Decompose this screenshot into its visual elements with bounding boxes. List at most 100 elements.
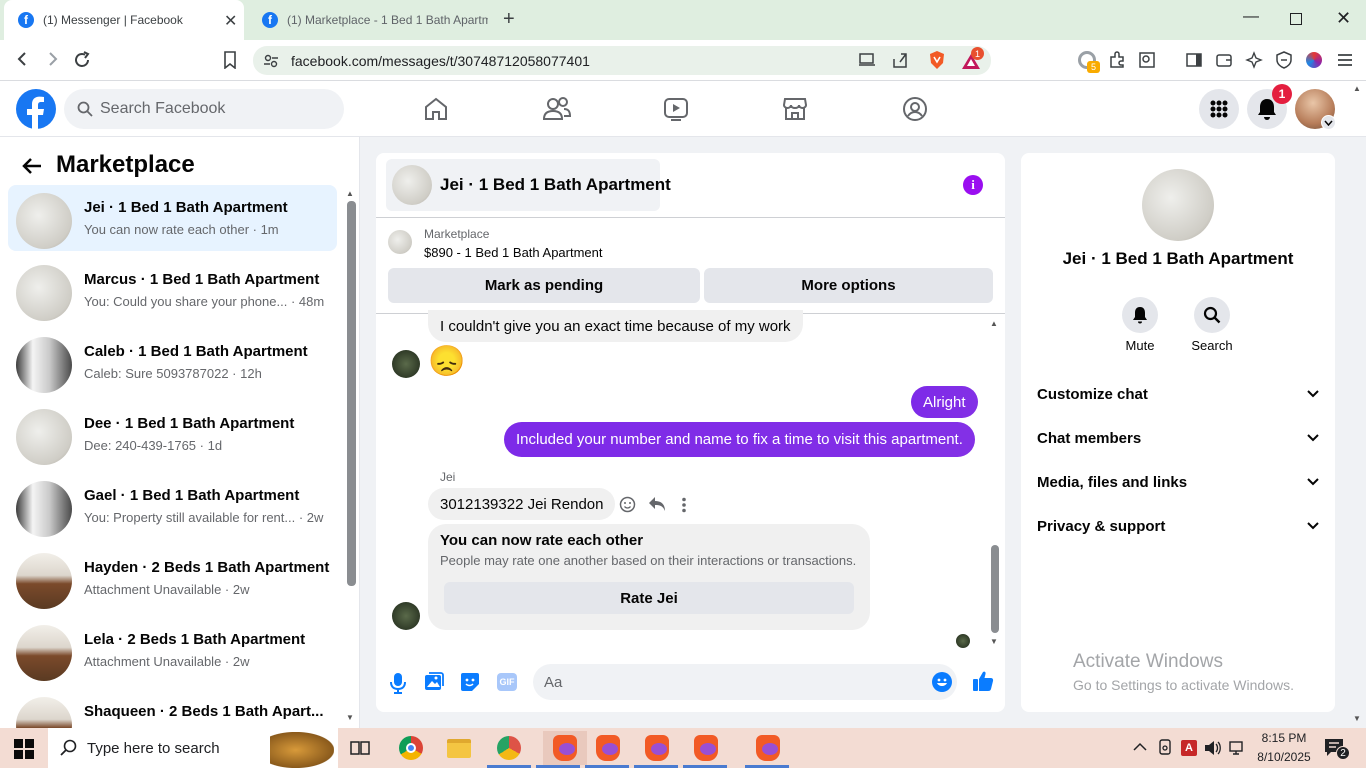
maximize-icon[interactable] bbox=[1290, 13, 1302, 25]
chat-header-title-button[interactable]: Jei · 1 Bed 1 Bath Apartment bbox=[386, 159, 671, 211]
contact-avatar[interactable] bbox=[1142, 169, 1214, 241]
sidebar-scrollbar[interactable] bbox=[347, 201, 356, 586]
scroll-down-icon[interactable]: ▼ bbox=[346, 713, 354, 722]
photo-icon[interactable] bbox=[424, 672, 444, 692]
search-in-conversation-button[interactable] bbox=[1194, 297, 1230, 333]
gaming-icon[interactable] bbox=[902, 96, 928, 122]
conversation-item[interactable]: Marcus · 1 Bed 1 Bath Apartment You: Coul… bbox=[8, 257, 337, 323]
info-section-row[interactable]: Media, files and links bbox=[1037, 470, 1319, 494]
brave-taskbar-icon[interactable] bbox=[691, 733, 721, 763]
rate-jei-button[interactable]: Rate Jei bbox=[444, 582, 854, 614]
tab-messenger[interactable]: f (1) Messenger | Facebook ✕ bbox=[4, 0, 244, 40]
site-info-icon[interactable] bbox=[263, 53, 279, 69]
video-icon[interactable] bbox=[663, 96, 689, 122]
gif-icon[interactable]: GIF bbox=[497, 673, 517, 691]
home-icon[interactable] bbox=[423, 96, 449, 122]
leo-ai-icon[interactable] bbox=[1245, 51, 1263, 69]
network-icon[interactable] bbox=[1229, 740, 1247, 756]
reload-icon[interactable] bbox=[72, 50, 92, 70]
sender-avatar[interactable] bbox=[392, 350, 420, 378]
close-window-icon[interactable]: ✕ bbox=[1336, 8, 1351, 29]
like-thumb-icon[interactable] bbox=[972, 670, 994, 692]
show-hidden-icons-chevron-icon[interactable] bbox=[1133, 742, 1147, 752]
facebook-logo-icon[interactable] bbox=[16, 89, 56, 129]
conversation-item[interactable]: Dee · 1 Bed 1 Bath Apartment Dee: 240-439… bbox=[8, 401, 337, 467]
device-icon[interactable] bbox=[1157, 739, 1173, 755]
emoji-message[interactable]: 😞 bbox=[428, 345, 465, 379]
scroll-up-icon[interactable]: ▲ bbox=[346, 189, 354, 198]
sidebar-toggle-icon[interactable] bbox=[1185, 51, 1203, 69]
wallet-icon[interactable] bbox=[1215, 51, 1233, 69]
conversation-item[interactable]: Caleb · 1 Bed 1 Bath Apartment Caleb: Sur… bbox=[8, 329, 337, 395]
clock-date[interactable]: 8/10/2025 bbox=[1254, 750, 1314, 764]
outgoing-message[interactable]: Alright bbox=[911, 386, 978, 418]
mute-label: Mute bbox=[1125, 338, 1155, 353]
react-emoji-icon[interactable] bbox=[619, 496, 636, 513]
tab-marketplace[interactable]: f (1) Marketplace - 1 Bed 1 Bath Apartm bbox=[248, 0, 488, 40]
page-scroll-up-icon[interactable]: ▲ bbox=[1353, 84, 1361, 93]
scroll-down-icon[interactable]: ▼ bbox=[990, 637, 998, 646]
install-app-icon[interactable] bbox=[858, 52, 876, 68]
chat-scrollbar[interactable] bbox=[991, 545, 999, 633]
extensions-puzzle-icon[interactable] bbox=[1108, 51, 1126, 69]
forward-icon[interactable] bbox=[43, 50, 61, 68]
menu-icon[interactable] bbox=[1336, 52, 1354, 68]
info-section-row[interactable]: Chat members bbox=[1037, 426, 1319, 450]
emoji-picker-icon[interactable] bbox=[932, 672, 952, 692]
sender-avatar[interactable] bbox=[392, 602, 420, 630]
incoming-message[interactable]: 3012139322 Jei Rendon bbox=[428, 488, 616, 520]
bookmark-icon[interactable] bbox=[222, 51, 238, 69]
sticker-icon[interactable] bbox=[460, 672, 480, 692]
brave-taskbar-icon[interactable] bbox=[593, 733, 623, 763]
menu-grid-button[interactable] bbox=[1199, 89, 1239, 129]
reply-icon[interactable] bbox=[648, 496, 666, 512]
message-input[interactable]: Aa bbox=[533, 664, 957, 700]
microphone-icon[interactable] bbox=[390, 672, 406, 694]
more-options-button[interactable]: More options bbox=[704, 268, 993, 303]
brave-shields-icon[interactable] bbox=[928, 50, 946, 70]
account-menu-chevron-icon[interactable] bbox=[1321, 115, 1336, 130]
marketplace-icon[interactable] bbox=[782, 96, 808, 122]
brave-taskbar-icon-active[interactable] bbox=[543, 731, 587, 765]
taskbar-search-box[interactable]: Type here to search bbox=[48, 728, 338, 768]
incoming-message[interactable]: I couldn't give you an exact time becaus… bbox=[428, 310, 803, 342]
chat-avatar bbox=[392, 165, 432, 205]
brave-taskbar-icon[interactable] bbox=[753, 733, 783, 763]
clock-time[interactable]: 8:15 PM bbox=[1256, 731, 1312, 745]
task-view-icon[interactable] bbox=[350, 739, 370, 757]
profile-icon[interactable] bbox=[1306, 52, 1322, 68]
mark-as-pending-button[interactable]: Mark as pending bbox=[388, 268, 700, 303]
volume-icon[interactable] bbox=[1204, 740, 1222, 756]
chrome-taskbar-icon[interactable] bbox=[396, 733, 426, 763]
close-tab-icon[interactable]: ✕ bbox=[224, 11, 237, 31]
conversation-item[interactable]: Hayden · 2 Beds 1 Bath Apartment Attachme… bbox=[8, 545, 337, 611]
file-explorer-icon[interactable] bbox=[444, 733, 474, 763]
conversation-item[interactable]: Gael · 1 Bed 1 Bath Apartment You: Proper… bbox=[8, 473, 337, 539]
outgoing-message[interactable]: Included your number and name to fix a t… bbox=[504, 422, 975, 457]
brave-taskbar-icon[interactable] bbox=[642, 733, 672, 763]
back-arrow-icon[interactable] bbox=[22, 157, 42, 175]
conversation-info-icon[interactable]: i bbox=[963, 175, 983, 195]
listing-thumbnail[interactable] bbox=[388, 230, 412, 254]
scroll-up-icon[interactable]: ▲ bbox=[990, 319, 998, 328]
reader-icon[interactable] bbox=[1138, 51, 1156, 69]
address-bar[interactable]: facebook.com/messages/t/3074871205807740… bbox=[253, 46, 991, 75]
minimize-icon[interactable]: — bbox=[1243, 8, 1259, 26]
page-scroll-down-icon[interactable]: ▼ bbox=[1353, 714, 1361, 723]
vpn-shield-icon[interactable] bbox=[1275, 51, 1293, 69]
info-section-row[interactable]: Privacy & support bbox=[1037, 514, 1319, 538]
info-section-row[interactable]: Customize chat bbox=[1037, 382, 1319, 406]
listing-title[interactable]: $890 - 1 Bed 1 Bath Apartment bbox=[424, 245, 603, 260]
back-icon[interactable] bbox=[14, 50, 32, 68]
mute-button[interactable] bbox=[1122, 297, 1158, 333]
facebook-search-input[interactable]: Search Facebook bbox=[64, 89, 344, 129]
more-actions-icon[interactable] bbox=[681, 497, 687, 513]
security-tray-icon[interactable]: A bbox=[1181, 740, 1197, 756]
chrome-profile-taskbar-icon[interactable] bbox=[494, 733, 524, 763]
conversation-item[interactable]: Lela · 2 Beds 1 Bath Apartment Attachment… bbox=[8, 617, 337, 683]
windows-start-icon[interactable] bbox=[14, 739, 34, 759]
conversation-item[interactable]: Jei · 1 Bed 1 Bath Apartment You can now … bbox=[8, 185, 337, 251]
new-tab-icon[interactable]: + bbox=[503, 8, 515, 31]
friends-icon[interactable] bbox=[543, 96, 571, 122]
share-icon[interactable] bbox=[891, 51, 909, 69]
